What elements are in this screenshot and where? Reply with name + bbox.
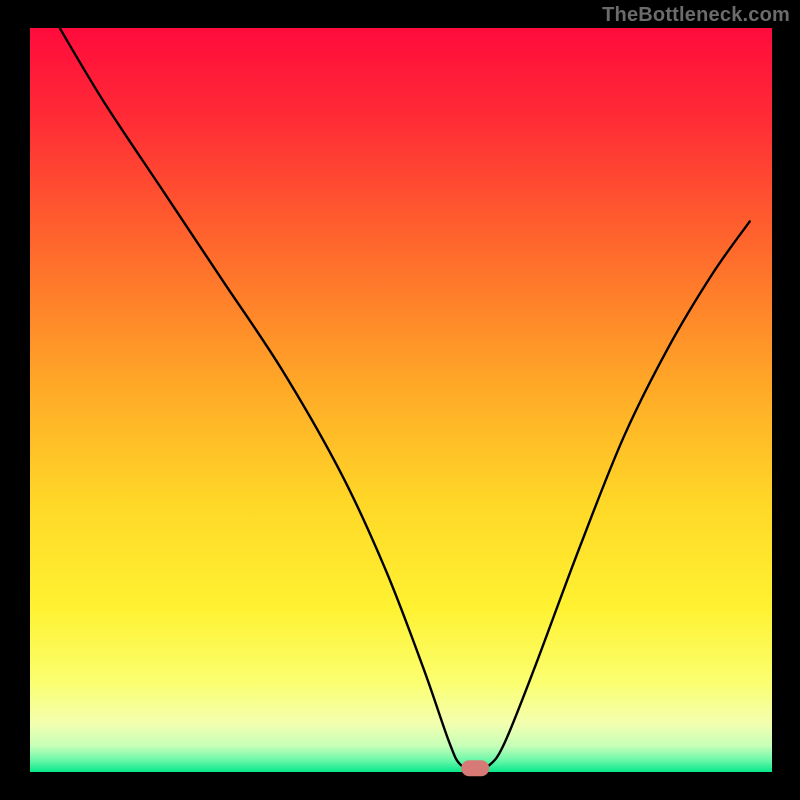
- watermark-text: TheBottleneck.com: [602, 4, 790, 27]
- chart-container: TheBottleneck.com: [0, 0, 800, 800]
- chart-gradient-bg: [30, 28, 772, 772]
- bottleneck-chart: [0, 0, 800, 800]
- minimum-marker: [461, 760, 489, 776]
